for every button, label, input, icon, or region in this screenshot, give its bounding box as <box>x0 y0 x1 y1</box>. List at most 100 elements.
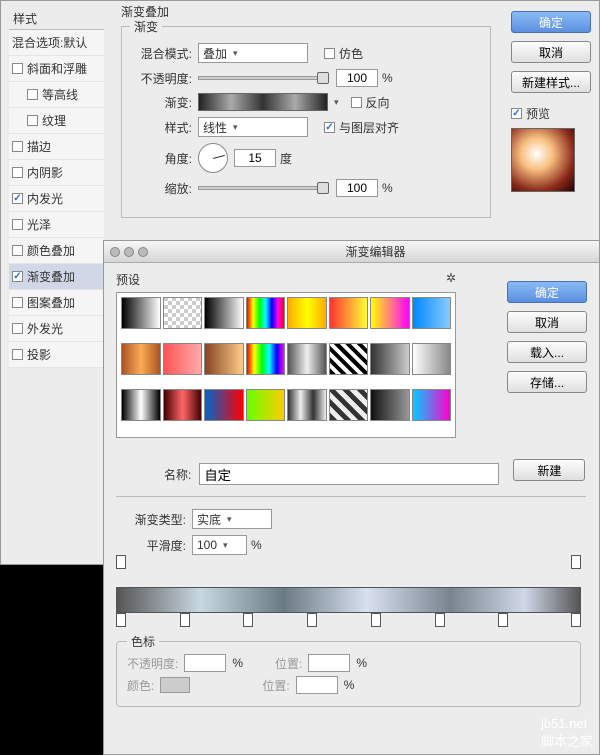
preset-swatch[interactable] <box>329 297 369 329</box>
preset-swatch[interactable] <box>121 343 161 375</box>
style-item[interactable]: 光泽 <box>9 212 104 238</box>
style-checkbox[interactable] <box>12 219 23 230</box>
angle-input[interactable] <box>234 149 276 167</box>
preset-swatch[interactable] <box>287 389 327 421</box>
style-checkbox[interactable] <box>27 89 38 100</box>
style-select[interactable]: 线性▾ <box>198 117 308 137</box>
color-stop[interactable] <box>180 613 190 627</box>
style-item[interactable]: 描边 <box>9 134 104 160</box>
style-checkbox[interactable] <box>27 115 38 126</box>
opacity-input[interactable] <box>336 69 378 87</box>
preset-swatch[interactable] <box>163 297 203 329</box>
style-label: 颜色叠加 <box>27 242 75 259</box>
preset-swatch[interactable] <box>121 297 161 329</box>
style-item[interactable]: 内发光 <box>9 186 104 212</box>
zoom-icon[interactable] <box>138 247 148 257</box>
color-stop[interactable] <box>371 613 381 627</box>
stop-color-swatch <box>160 677 190 693</box>
scale-slider[interactable] <box>198 186 328 190</box>
color-stop[interactable] <box>116 613 126 627</box>
color-stop[interactable] <box>498 613 508 627</box>
style-checkbox[interactable] <box>12 167 23 178</box>
preset-swatch[interactable] <box>287 343 327 375</box>
style-item[interactable]: 渐变叠加 <box>9 264 104 290</box>
chevron-down-icon[interactable]: ▾ <box>334 97 339 108</box>
style-item[interactable]: 斜面和浮雕 <box>9 56 104 82</box>
preset-swatch[interactable] <box>204 389 244 421</box>
style-item[interactable]: 纹理 <box>9 108 104 134</box>
color-stop[interactable] <box>307 613 317 627</box>
close-icon[interactable] <box>110 247 120 257</box>
color-stop[interactable] <box>435 613 445 627</box>
opacity-stop[interactable] <box>571 555 581 569</box>
scale-input[interactable] <box>336 179 378 197</box>
style-checkbox[interactable] <box>12 349 23 360</box>
style-checkbox[interactable] <box>12 323 23 334</box>
angle-dial[interactable] <box>198 143 228 173</box>
editor-cancel-button[interactable]: 取消 <box>507 311 587 333</box>
style-item[interactable]: 图案叠加 <box>9 290 104 316</box>
smoothness-input[interactable]: 100▾ <box>192 535 247 555</box>
save-button[interactable]: 存储... <box>507 371 587 393</box>
preset-swatch[interactable] <box>163 343 203 375</box>
preset-swatch[interactable] <box>163 389 203 421</box>
preset-swatch[interactable] <box>412 389 452 421</box>
preview-checkbox[interactable] <box>511 108 522 119</box>
style-checkbox[interactable] <box>12 141 23 152</box>
cancel-button[interactable]: 取消 <box>511 41 591 63</box>
panel-title: 渐变叠加 <box>121 3 491 20</box>
gradient-bar-section <box>116 571 581 629</box>
new-button[interactable]: 新建 <box>513 459 585 481</box>
style-label: 等高线 <box>42 86 78 103</box>
preset-swatch[interactable] <box>246 297 286 329</box>
align-checkbox[interactable] <box>324 122 335 133</box>
type-select[interactable]: 实底▾ <box>192 509 272 529</box>
load-button[interactable]: 载入... <box>507 341 587 363</box>
preset-swatch[interactable] <box>287 297 327 329</box>
ok-button[interactable]: 确定 <box>511 11 591 33</box>
editor-titlebar[interactable]: 渐变编辑器 <box>104 241 599 263</box>
style-item[interactable]: 颜色叠加 <box>9 238 104 264</box>
gear-icon[interactable]: ✲ <box>446 271 456 288</box>
style-label: 斜面和浮雕 <box>27 60 87 77</box>
scale-label: 缩放: <box>132 180 192 197</box>
style-checkbox[interactable] <box>12 63 23 74</box>
preset-swatch[interactable] <box>246 343 286 375</box>
opacity-stop[interactable] <box>116 555 126 569</box>
style-item[interactable]: 投影 <box>9 342 104 368</box>
type-label: 渐变类型: <box>116 511 186 528</box>
style-item[interactable]: 内阴影 <box>9 160 104 186</box>
style-checkbox[interactable] <box>12 271 23 282</box>
reverse-checkbox[interactable] <box>351 97 362 108</box>
gradient-swatch[interactable] <box>198 93 328 111</box>
preset-swatch[interactable] <box>412 297 452 329</box>
style-item[interactable]: 外发光 <box>9 316 104 342</box>
preset-swatch[interactable] <box>370 343 410 375</box>
style-checkbox[interactable] <box>12 297 23 308</box>
blend-mode-select[interactable]: 叠加▾ <box>198 43 308 63</box>
opacity-slider[interactable] <box>198 76 328 80</box>
preset-swatch[interactable] <box>204 343 244 375</box>
preset-swatch[interactable] <box>204 297 244 329</box>
editor-ok-button[interactable]: 确定 <box>507 281 587 303</box>
preset-swatch[interactable] <box>370 297 410 329</box>
color-stop[interactable] <box>243 613 253 627</box>
preset-swatch[interactable] <box>412 343 452 375</box>
style-checkbox[interactable] <box>12 245 23 256</box>
new-style-button[interactable]: 新建样式... <box>511 71 591 93</box>
preset-swatch[interactable] <box>329 389 369 421</box>
blend-options-item[interactable]: 混合选项:默认 <box>9 30 104 56</box>
gradient-bar[interactable] <box>116 587 581 613</box>
dither-label: 仿色 <box>339 45 363 62</box>
style-item[interactable]: 等高线 <box>9 82 104 108</box>
dither-checkbox[interactable] <box>324 48 335 59</box>
style-checkbox[interactable] <box>12 193 23 204</box>
preset-swatch[interactable] <box>329 343 369 375</box>
stop-opacity-label: 不透明度: <box>127 655 178 672</box>
color-stop[interactable] <box>571 613 581 627</box>
preset-swatch[interactable] <box>370 389 410 421</box>
preset-swatch[interactable] <box>246 389 286 421</box>
minimize-icon[interactable] <box>124 247 134 257</box>
name-input[interactable] <box>199 463 499 485</box>
preset-swatch[interactable] <box>121 389 161 421</box>
